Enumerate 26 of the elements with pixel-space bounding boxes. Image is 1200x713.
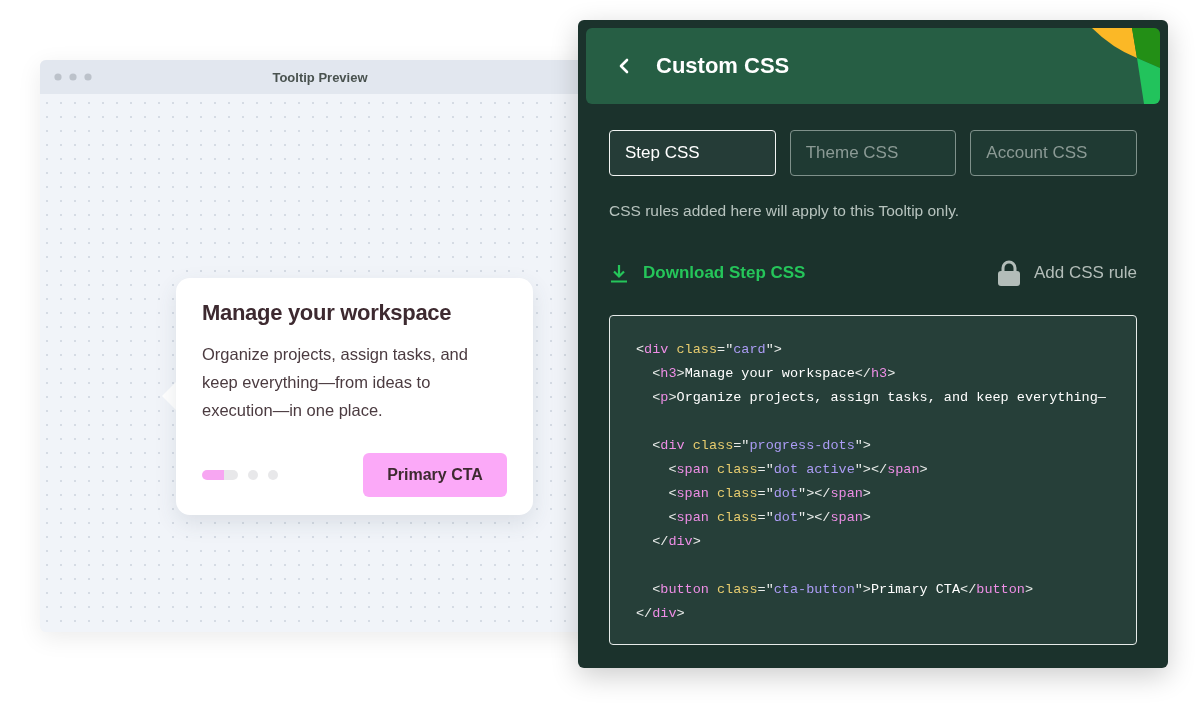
download-icon (609, 263, 629, 283)
code-line: <span class="dot"></span> (667, 509, 872, 527)
code-line: <div class="progress-dots"> (651, 437, 872, 455)
tooltip-body: Organize projects, assign tasks, and keep everything—from ideas to execution—in one place. (202, 344, 469, 421)
lock-icon (998, 260, 1020, 286)
scope-hint: CSS rules added here will apply to this Tooltip only. (609, 202, 961, 220)
code-line: <span class="dot"></span> (667, 485, 872, 503)
code-line: <button class="cta-button">Primary CTA</button> (651, 581, 1034, 599)
code-line: </div> (636, 605, 686, 623)
css-scope-tab[interactable]: Theme CSS (789, 130, 957, 176)
code-line: </div> (651, 533, 702, 551)
back-button[interactable] (618, 58, 630, 74)
chevron-left-icon (618, 58, 630, 74)
css-scope-tab[interactable]: Step CSS (609, 130, 776, 176)
code-line: <span class="dot active"></span> (667, 461, 929, 479)
code-editor[interactable] (609, 315, 1137, 645)
code-line: <div class="card"> (636, 341, 783, 359)
window-title: Tooltip Preview (271, 69, 369, 85)
panel-title: Custom CSS (656, 53, 790, 79)
download-link[interactable]: Download Step CSS (609, 263, 806, 283)
primary-cta-button[interactable]: Primary CTA (363, 453, 507, 497)
window-controls-icon (54, 73, 92, 81)
code-line: <h3>Manage your workspace</h3> (651, 365, 897, 383)
tooltip-heading: Manage your workspace (202, 300, 453, 326)
code-line: <p>Organize projects, assign tasks, and keep everything— (651, 389, 1107, 407)
css-scope-tab[interactable]: Account CSS (970, 130, 1137, 176)
